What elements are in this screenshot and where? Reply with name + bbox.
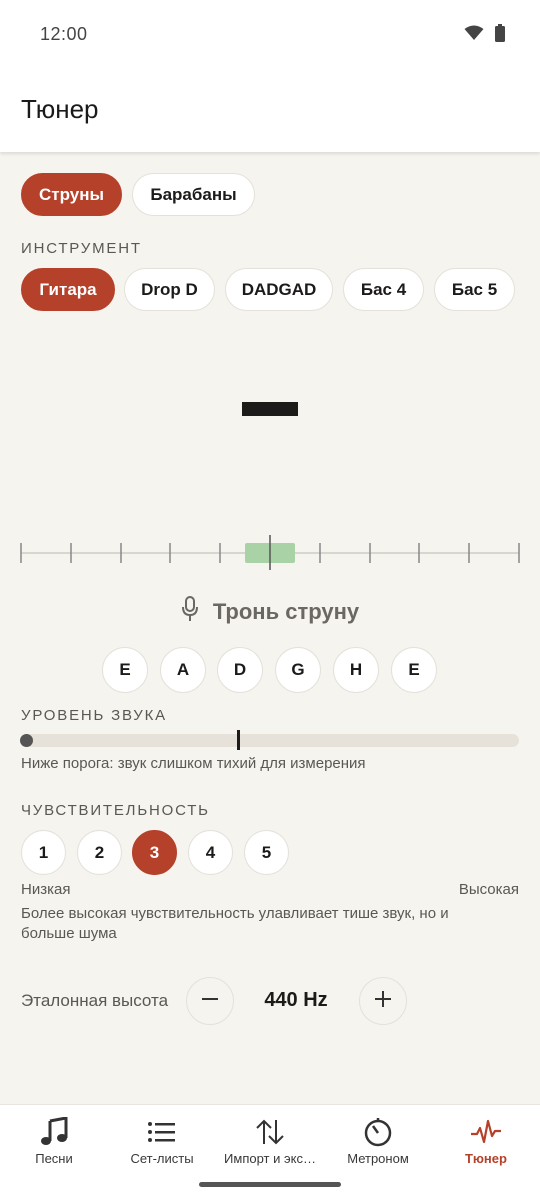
pluck-prompt: Тронь струну <box>0 596 540 627</box>
battery-icon <box>494 24 506 47</box>
instrument-drop-d[interactable]: Drop D <box>124 268 215 311</box>
plus-icon <box>373 989 393 1014</box>
sensitivity-high-label: Высокая <box>458 881 519 898</box>
import-export-icon <box>216 1115 324 1149</box>
instrument-bass-5[interactable]: Бас 5 <box>434 268 515 311</box>
wifi-icon <box>464 25 484 46</box>
sensitivity-option-2[interactable]: 2 <box>77 830 122 875</box>
minus-icon <box>200 989 220 1014</box>
page-title: Тюнер <box>21 94 99 124</box>
nav-label-setlists: Сет-листы <box>130 1151 194 1166</box>
sensitivity-low-label: Низкая <box>21 881 71 898</box>
note-display-placeholder <box>242 402 298 416</box>
instrument-bass-4[interactable]: Бас 4 <box>343 268 424 311</box>
nav-label-tuner: Тюнер <box>465 1151 507 1166</box>
string-button-a[interactable]: A <box>160 647 206 693</box>
string-button-g[interactable]: G <box>275 647 321 693</box>
nav-item-import-export[interactable]: Импорт и экс… <box>216 1105 324 1185</box>
tuner-wave-icon <box>432 1115 540 1149</box>
nav-label-import-export: Импорт и экс… <box>224 1151 316 1166</box>
string-button-e-low[interactable]: E <box>102 647 148 693</box>
sound-level-hint: Ниже порога: звук слишком тихий для изме… <box>21 755 366 772</box>
tab-drums[interactable]: Барабаны <box>132 173 255 216</box>
increase-reference-button[interactable] <box>359 977 407 1025</box>
nav-item-metronome[interactable]: Метроном <box>324 1105 432 1185</box>
sound-level-threshold-marker[interactable] <box>237 730 240 750</box>
app-bar: Тюнер <box>0 68 540 152</box>
nav-item-tuner[interactable]: Тюнер <box>432 1105 540 1185</box>
microphone-icon <box>181 596 199 627</box>
list-icon <box>108 1115 216 1149</box>
sensitivity-option-1[interactable]: 1 <box>21 830 66 875</box>
sensitivity-section-label: ЧУВСТВИТЕЛЬНОСТЬ <box>21 802 210 819</box>
sound-level-section-label: УРОВЕНЬ ЗВУКА <box>21 707 167 724</box>
pluck-prompt-text: Тронь струну <box>212 598 360 624</box>
metronome-icon <box>324 1115 432 1149</box>
tab-strings[interactable]: Струны <box>21 173 122 216</box>
status-time: 12:00 <box>40 24 88 44</box>
instrument-dadgad[interactable]: DADGAD <box>225 268 333 311</box>
home-indicator[interactable] <box>199 1182 341 1187</box>
nav-label-metronome: Метроном <box>347 1151 409 1166</box>
nav-item-songs[interactable]: Песни <box>0 1105 108 1185</box>
decrease-reference-button[interactable] <box>186 977 234 1025</box>
tuning-scale <box>0 530 540 570</box>
sensitivity-option-4[interactable]: 4 <box>188 830 233 875</box>
nav-item-setlists[interactable]: Сет-листы <box>108 1105 216 1185</box>
status-icons <box>464 24 506 47</box>
reference-pitch-label: Эталонная высота <box>21 991 169 1010</box>
string-button-e-high[interactable]: E <box>391 647 437 693</box>
sensitivity-option-3[interactable]: 3 <box>132 830 177 875</box>
sensitivity-hint: Более высокая чувствительность улавливае… <box>21 905 449 942</box>
sensitivity-option-5[interactable]: 5 <box>244 830 289 875</box>
sound-level-meter <box>21 734 519 747</box>
instrument-section-label: ИНСТРУМЕНТ <box>21 240 142 257</box>
music-note-icon <box>0 1115 108 1149</box>
sound-level-indicator <box>20 734 33 747</box>
reference-pitch-value: 440 Hz <box>264 989 328 1011</box>
instrument-guitar[interactable]: Гитара <box>21 268 115 311</box>
status-bar: 12:00 <box>0 0 540 68</box>
string-button-h[interactable]: H <box>333 647 379 693</box>
nav-label-songs: Песни <box>35 1151 73 1166</box>
string-button-d[interactable]: D <box>217 647 263 693</box>
